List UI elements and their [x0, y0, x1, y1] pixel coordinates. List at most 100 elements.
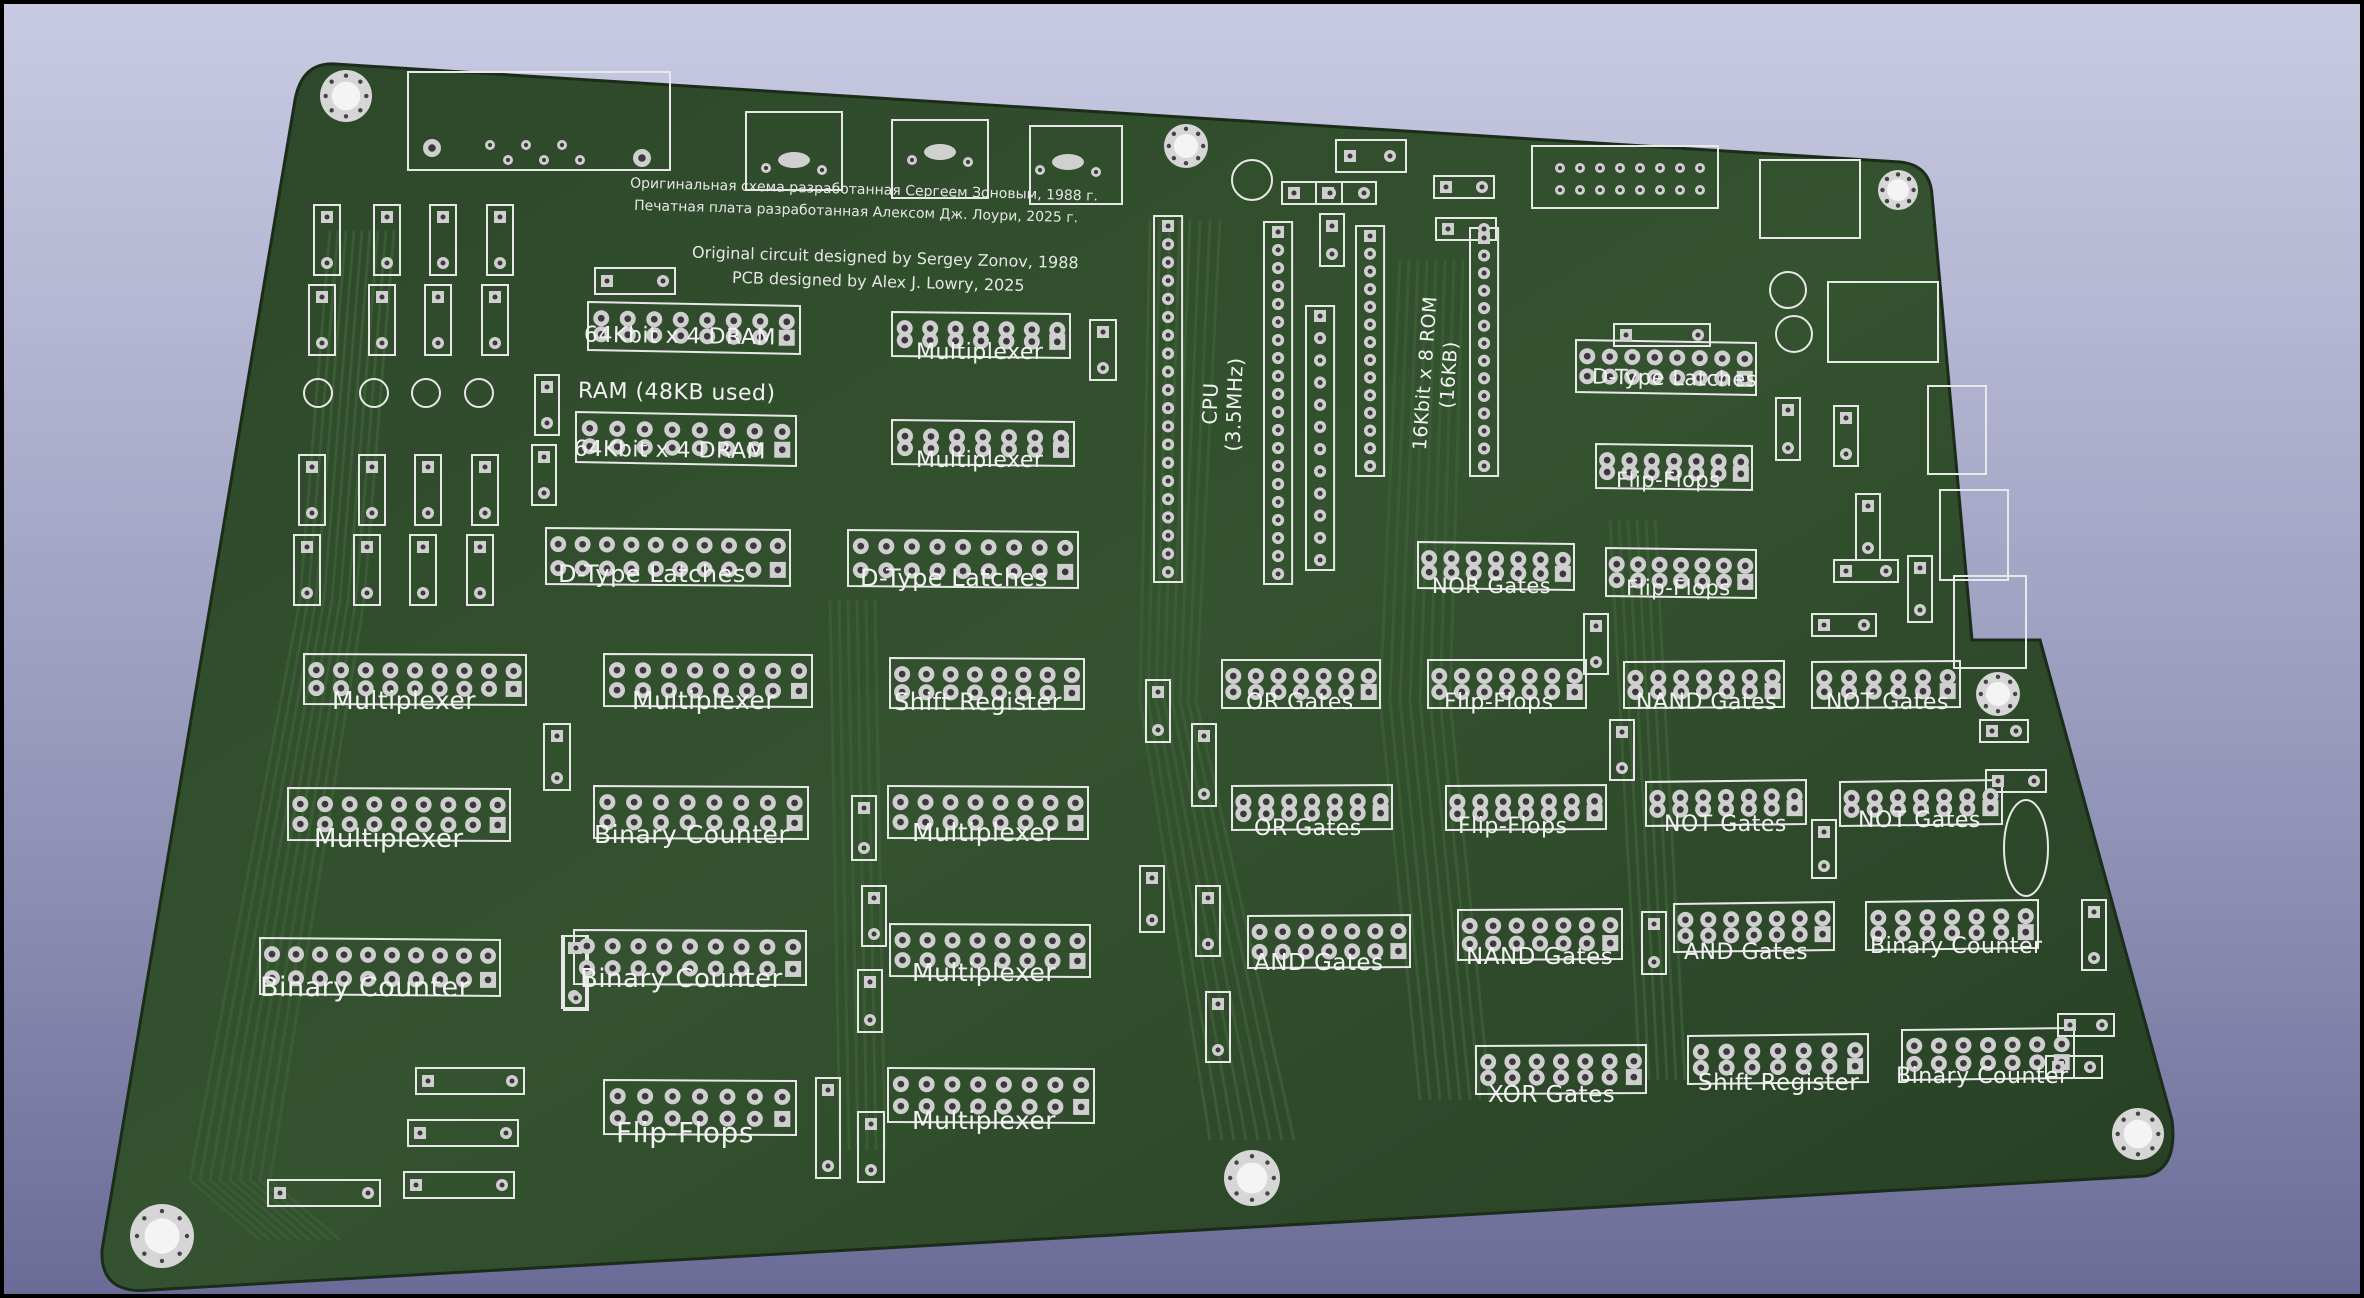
pad-hole [1995, 778, 2001, 784]
pad-hole [1577, 165, 1583, 171]
pad-hole [1820, 674, 1828, 682]
pad-hole [484, 976, 492, 984]
pad-hole [485, 667, 493, 675]
pad-hole [1367, 268, 1373, 274]
pad-hole [1044, 671, 1051, 679]
pad-hole [1557, 165, 1563, 171]
pad-hole [668, 426, 676, 434]
via [2135, 1152, 2141, 1157]
pad-hole [1723, 1048, 1730, 1055]
pad-hole [1785, 445, 1791, 451]
pad-hole [1466, 922, 1474, 930]
via [184, 1233, 190, 1239]
pad-hole [1053, 326, 1061, 334]
pad-hole [1673, 354, 1681, 362]
pcb-board [100, 62, 2175, 1292]
pad-hole [1987, 804, 1994, 812]
pad-hole [641, 425, 649, 433]
label-bin-counter-l1: Binary Counter [594, 820, 790, 849]
pad-hole [1769, 673, 1776, 681]
pad-hole [1036, 544, 1044, 552]
pad-hole [1435, 688, 1443, 696]
pad-hole [395, 801, 403, 808]
pad-hole [1603, 456, 1611, 464]
pad-hole [909, 157, 915, 163]
pad-hole [1470, 555, 1478, 563]
pad-hole [492, 294, 498, 300]
pad-hole [1201, 791, 1207, 797]
label-dlatch-right: D-Type Latches [1591, 364, 1758, 392]
pad-hole [1367, 286, 1373, 292]
pad-hole [1317, 380, 1323, 386]
via [177, 1216, 182, 1221]
pad-hole [1275, 319, 1281, 325]
pad-hole [1215, 1001, 1221, 1007]
via [364, 93, 369, 99]
pad-hole [1484, 1074, 1492, 1082]
pad-hole [1826, 1063, 1833, 1070]
pad-hole [756, 317, 764, 325]
label-mux-top1: Multiplexer [916, 340, 1044, 365]
label-bin-counter-l2: Binary Counter [260, 972, 471, 1003]
pad-hole [425, 464, 431, 470]
pad-hole [292, 950, 300, 958]
pad-hole [867, 1017, 873, 1023]
pad-hole [1509, 1058, 1516, 1066]
pad-hole [1365, 688, 1373, 696]
pad-hole [1727, 931, 1735, 939]
pad-hole [1057, 434, 1065, 442]
pad-hole [319, 294, 325, 300]
pad-hole [1917, 565, 1923, 571]
pad-hole [1165, 533, 1171, 539]
label-nand-gates2: NAND Gates [1466, 944, 1614, 970]
pad-hole [1022, 799, 1029, 807]
pad-hole [417, 1130, 423, 1136]
pad-hole [544, 420, 550, 426]
pad-hole [340, 951, 348, 959]
label-bin-counter-r2: Binary Counter [1896, 1064, 2069, 1089]
mounting-hole-inner [1173, 133, 1199, 159]
pad-hole [1791, 804, 1798, 812]
pad-hole [1317, 402, 1323, 408]
label-cpu-line2: (3.5MHz) [1220, 356, 1248, 452]
pad-hole [1917, 793, 1925, 801]
pad-hole [795, 687, 803, 695]
pad-hole [1262, 798, 1270, 806]
via [159, 1258, 165, 1264]
pad-hole [1773, 931, 1781, 939]
jack-pad [1052, 154, 1084, 170]
pad-hole [711, 799, 718, 806]
mounting-hole-inner [1236, 1162, 1268, 1194]
pad-hole [871, 931, 877, 937]
pad-hole [897, 1080, 905, 1088]
pad-hole [1481, 288, 1487, 294]
pad-hole [717, 667, 725, 674]
pad-hole [364, 544, 370, 550]
pad-hole [1275, 409, 1281, 415]
pad-hole [1329, 251, 1335, 257]
pad-hole [730, 317, 738, 325]
via [1227, 1175, 1233, 1181]
pad-hole [1229, 672, 1237, 680]
pad-hole [1704, 916, 1712, 923]
pad-hole [789, 965, 797, 973]
pad-hole [1165, 442, 1171, 448]
pad-hole [440, 260, 446, 266]
pad-hole [1917, 607, 1923, 613]
pad-hole [1960, 1041, 1967, 1049]
pad-hole [604, 798, 611, 806]
pad-hole [1800, 1047, 1808, 1055]
pad-hole [819, 167, 825, 173]
jack-pad [778, 152, 810, 168]
pad-hole [723, 427, 731, 435]
label-flipflops-c1: Flip-Flops [1444, 690, 1554, 715]
pad-hole [1072, 819, 1079, 827]
pad-hole [1677, 674, 1685, 682]
pad-hole [1165, 460, 1171, 466]
pad-hole [1619, 765, 1625, 771]
label-bin-counter-l3: Binary Counter [580, 964, 783, 994]
pad-hole [1741, 355, 1749, 363]
pad-hole [1715, 458, 1722, 465]
pad-hole [1395, 947, 1402, 955]
pad-hole [1275, 553, 1281, 559]
